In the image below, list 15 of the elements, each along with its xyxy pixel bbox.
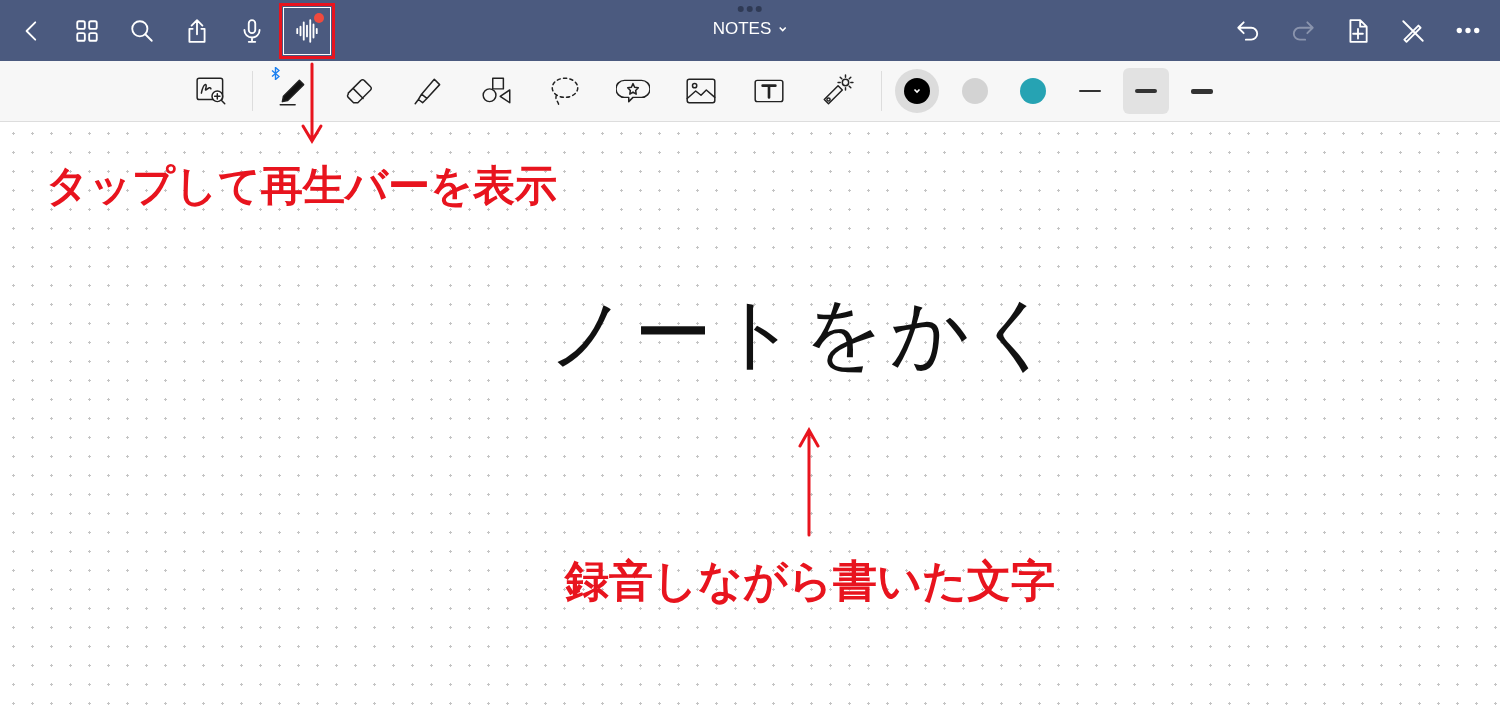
pen-off-icon [1400, 17, 1426, 44]
laser-icon [820, 74, 854, 108]
stroke-width-option[interactable] [1123, 68, 1169, 114]
grid-icon [74, 17, 100, 44]
annotation-caption: 録音しながら書いた文字 [565, 554, 1055, 608]
notebook-title[interactable]: NOTES [712, 19, 788, 39]
annotation-caption: タップして再生バーを表示 [46, 160, 557, 212]
search-icon [129, 17, 155, 44]
chevron-down-icon [913, 87, 921, 95]
handwritten-text: ノートをかく [548, 287, 1062, 380]
color-swatch[interactable] [895, 69, 939, 113]
more-icon [1456, 27, 1480, 34]
chevron-down-icon [777, 24, 788, 34]
waveform-icon [294, 17, 320, 44]
drag-handle-icon[interactable] [738, 6, 762, 12]
